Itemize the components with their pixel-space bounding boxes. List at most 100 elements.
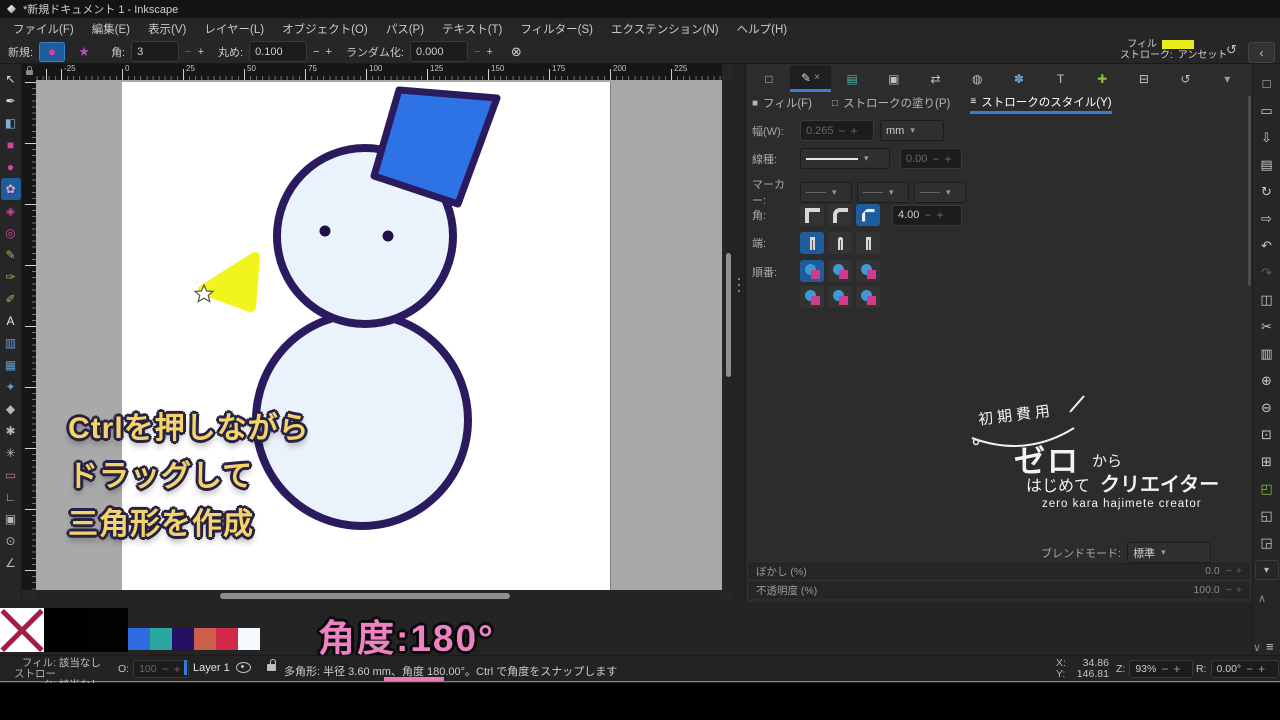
paint-order-5-button[interactable] xyxy=(828,286,852,308)
object-opacity-spinbox[interactable]: 100 − + xyxy=(133,660,190,678)
dash-offset-plus[interactable]: + xyxy=(944,152,951,166)
measure-tool[interactable]: ∠ xyxy=(1,552,21,574)
find-tab[interactable]: ◍ xyxy=(956,66,998,92)
blur-slider[interactable]: ぼかし (%) 0.0 − + xyxy=(749,563,1249,579)
pages-tool[interactable]: ▣ xyxy=(1,508,21,530)
cap-round-button[interactable] xyxy=(828,232,852,254)
fill-stroke-tab[interactable]: ✎ × xyxy=(789,66,832,92)
text-font-tab[interactable]: T xyxy=(1040,66,1082,92)
tab-fill[interactable]: ■ フィル(F) xyxy=(752,94,812,114)
star-mode-button[interactable]: ★ xyxy=(71,42,97,62)
marker-start-dropdown[interactable]: ▾ xyxy=(800,181,852,203)
menu-item-8[interactable]: エクステンション(N) xyxy=(604,19,726,39)
selector-tool[interactable]: ↖ xyxy=(1,68,21,90)
random-plus-button[interactable]: + xyxy=(486,46,492,58)
unit-dropdown[interactable]: mm ▾ xyxy=(880,120,944,141)
align-tab[interactable]: ⊟ xyxy=(1123,66,1165,92)
node-tool[interactable]: ✒ xyxy=(1,90,21,112)
print-button[interactable]: ▤ xyxy=(1256,151,1278,178)
rounded-spinbox[interactable]: 0.100 xyxy=(249,41,308,62)
join-miter-button[interactable] xyxy=(800,204,824,226)
snowman-eye-right[interactable] xyxy=(382,230,394,242)
rotation-value[interactable]: 0.00° xyxy=(1217,663,1242,675)
ellipse-tool[interactable]: ● xyxy=(1,156,21,178)
zoom-value[interactable]: 93% xyxy=(1135,663,1156,675)
unlink-clone-button[interactable]: ◲ xyxy=(1256,529,1278,556)
menu-item-7[interactable]: フィルター(S) xyxy=(513,19,600,39)
random-spinbox[interactable]: 0.000 xyxy=(410,41,468,62)
blur-plus[interactable]: + xyxy=(1236,565,1242,577)
blend-mode-dropdown[interactable]: 標準 ▾ xyxy=(1127,542,1212,563)
miter-limit-value[interactable]: 4.00 xyxy=(898,209,919,221)
tab-stroke-style[interactable]: ≡ ストロークのスタイル(Y) xyxy=(970,94,1112,114)
zoom-center-page-button[interactable]: ⊞ xyxy=(1256,448,1278,475)
mesh-gradient-tool[interactable]: ▦ xyxy=(1,354,21,376)
paint-order-2-button[interactable] xyxy=(828,260,852,282)
zoom-selection-button[interactable]: ⊕ xyxy=(1256,367,1278,394)
zoom-tool[interactable]: ⊙ xyxy=(1,530,21,552)
swatch-none[interactable] xyxy=(0,608,44,652)
spray-tool[interactable]: ✳ xyxy=(1,442,21,464)
close-dialog-icon[interactable]: × xyxy=(814,72,820,83)
box3d-tool[interactable]: ◈ xyxy=(1,200,21,222)
dash-offset-spinbox[interactable]: 0.00 − + xyxy=(900,148,962,169)
stroke-width-minus[interactable]: − xyxy=(839,124,846,138)
opacity-value[interactable]: 100.0 xyxy=(1193,584,1219,596)
random-minus-button[interactable]: − xyxy=(474,46,480,58)
palette-scroll-up-button[interactable]: ∧ xyxy=(1258,592,1266,605)
paint-order-4-button[interactable] xyxy=(800,286,824,308)
miter-limit-minus[interactable]: − xyxy=(924,208,931,222)
pen-tool[interactable]: ✑ xyxy=(1,266,21,288)
zoom-minus[interactable]: − xyxy=(1161,662,1168,676)
tweak-tool[interactable]: ✱ xyxy=(1,420,21,442)
palette-scroll-down-button[interactable]: ∨ xyxy=(1253,641,1261,654)
tab-stroke-paint[interactable]: □ ストロークの塗り(P) xyxy=(832,94,950,114)
export-button[interactable]: ⇨ xyxy=(1256,205,1278,232)
dash-pattern-dropdown[interactable]: ▾ xyxy=(800,148,890,169)
marker-mid-dropdown[interactable]: ▾ xyxy=(857,181,909,203)
document-properties-tab[interactable]: □ xyxy=(748,66,790,92)
canvas-viewport[interactable]: Ctrlを押しながら ドラッグして 三角形を作成 xyxy=(36,80,722,590)
menu-item-3[interactable]: レイヤー(L) xyxy=(197,19,271,39)
menu-item-4[interactable]: オブジェクト(O) xyxy=(275,19,375,39)
zoom-spinbox[interactable]: 93% − + xyxy=(1129,660,1194,678)
blur-minus[interactable]: − xyxy=(1226,565,1232,577)
swatch-indigo[interactable] xyxy=(172,628,194,650)
dropper-tool[interactable]: ✦ xyxy=(1,376,21,398)
vertical-scrollbar-thumb[interactable] xyxy=(726,253,731,377)
rectangle-tool[interactable]: ■ xyxy=(1,134,21,156)
swatch-teal[interactable] xyxy=(150,628,172,650)
snowman-eye-left[interactable] xyxy=(319,225,331,237)
corners-plus-button[interactable]: + xyxy=(198,46,204,58)
duplicate-button[interactable]: ◰ xyxy=(1256,475,1278,502)
swatch-black-2[interactable] xyxy=(86,608,128,652)
dash-offset-value[interactable]: 0.00 xyxy=(906,153,927,165)
zoom-plus[interactable]: + xyxy=(1173,662,1180,676)
miter-limit-plus[interactable]: + xyxy=(936,208,943,222)
opacity-slider[interactable]: 不透明度 (%) 100.0 − + xyxy=(749,582,1249,598)
calligraphy-tool[interactable]: ✐ xyxy=(1,288,21,310)
menu-item-6[interactable]: テキスト(T) xyxy=(435,19,509,39)
layer-visibility-eye-icon[interactable] xyxy=(235,662,251,673)
paste-button[interactable]: ▥ xyxy=(1256,340,1278,367)
vertical-scrollbar[interactable] xyxy=(724,80,733,590)
palette-menu-button[interactable]: ≡ xyxy=(1266,639,1274,654)
marker-end-dropdown[interactable]: ▾ xyxy=(914,181,966,203)
menu-item-5[interactable]: パス(P) xyxy=(379,19,431,39)
object-opacity-plus[interactable]: + xyxy=(174,662,181,676)
polygon-mode-button[interactable]: ● xyxy=(39,41,66,62)
swatch-white[interactable] xyxy=(238,628,260,650)
rotation-minus[interactable]: − xyxy=(1246,662,1253,676)
rotation-reset-icon[interactable]: ↺ xyxy=(1226,42,1237,58)
revert-document-button[interactable]: ↻ xyxy=(1256,178,1278,205)
paint-order-3-button[interactable] xyxy=(856,260,880,282)
vertical-ruler[interactable] xyxy=(22,80,36,590)
panel-scrollbar[interactable] xyxy=(1248,96,1251,286)
undo-button[interactable]: ↶ xyxy=(1256,232,1278,259)
text-tool[interactable]: A xyxy=(1,310,21,332)
random-value[interactable]: 0.000 xyxy=(416,46,444,58)
pencil-tool[interactable]: ✎ xyxy=(1,244,21,266)
horizontal-ruler[interactable]: -250255075100125150175200225250 xyxy=(36,64,722,80)
objects-tab[interactable]: ▣ xyxy=(873,66,915,92)
import-button[interactable]: ⇩ xyxy=(1256,124,1278,151)
